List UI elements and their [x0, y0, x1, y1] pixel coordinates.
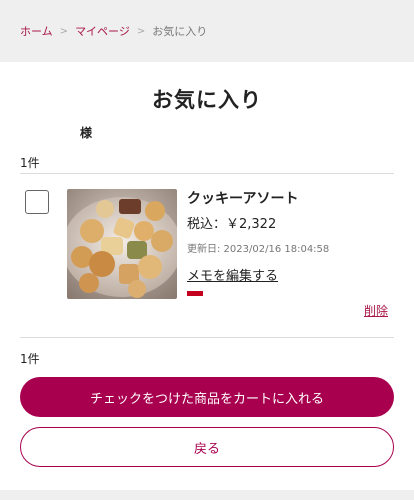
- memo-indicator-bar: [187, 291, 203, 296]
- product-image[interactable]: [67, 189, 177, 299]
- cookie-assortment-image: [67, 189, 177, 299]
- favorite-item: クッキーアソート 税込：￥2,322 更新日: 2023/02/16 18:04…: [20, 174, 394, 338]
- footer-band: [0, 490, 414, 500]
- updated-date: 更新日: 2023/02/16 18:04:58: [187, 244, 330, 255]
- add-checked-to-cart-button[interactable]: チェックをつけた商品をカートに入れる: [20, 377, 394, 417]
- breadcrumb-current: お気に入り: [152, 25, 208, 38]
- item-select-checkbox[interactable]: [25, 190, 49, 214]
- breadcrumb-separator: >: [59, 25, 69, 37]
- delete-link[interactable]: 削除: [364, 302, 388, 319]
- breadcrumb-separator: >: [136, 25, 146, 37]
- favorites-count: 1件: [20, 154, 394, 174]
- user-suffix: 様: [80, 126, 93, 140]
- product-info: クッキーアソート 税込：￥2,322 更新日: 2023/02/16 18:04…: [187, 188, 387, 296]
- product-name[interactable]: クッキーアソート: [187, 188, 387, 208]
- user-name-line: 様: [0, 124, 414, 142]
- edit-memo-link[interactable]: メモを編集する: [187, 265, 278, 284]
- breadcrumb-mypage-link[interactable]: マイページ: [75, 23, 130, 39]
- breadcrumb-home-link[interactable]: ホーム: [20, 23, 53, 39]
- favorites-count-bottom: 1件: [20, 352, 40, 366]
- product-price: 税込：￥2,322: [187, 217, 277, 232]
- page-title: お気に入り: [152, 87, 262, 112]
- back-button[interactable]: 戻る: [20, 427, 394, 467]
- breadcrumb: ホーム > マイページ > お気に入り: [0, 0, 414, 62]
